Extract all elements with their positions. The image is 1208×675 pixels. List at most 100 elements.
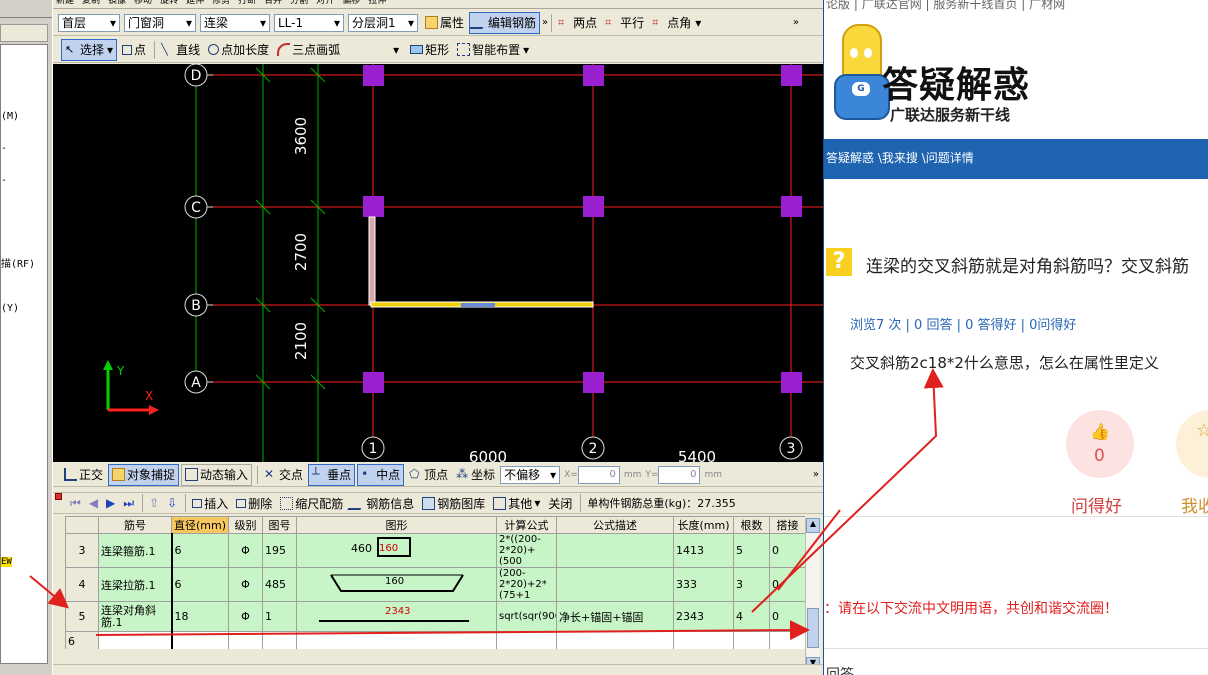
cad-canvas[interactable]: D C B A 1 2 3 3600 2700 2100 6000 5400 Y… bbox=[53, 64, 823, 462]
cell-count[interactable]: 3 bbox=[733, 567, 770, 602]
cell-figure[interactable] bbox=[262, 631, 297, 649]
header-cell[interactable]: 图形 bbox=[296, 516, 497, 534]
like-button[interactable]: 👍 0 bbox=[1066, 410, 1134, 478]
table-scrollbar[interactable]: ▲ ▼ bbox=[805, 518, 820, 672]
row-number[interactable]: 3 bbox=[65, 533, 99, 568]
toolbar-item-mirror[interactable]: 镜像 bbox=[105, 0, 129, 8]
nav-link[interactable]: 广材网 bbox=[1029, 0, 1065, 11]
header-cell[interactable]: 根数 bbox=[733, 516, 770, 534]
header-cell[interactable]: 公式描述 bbox=[556, 516, 674, 534]
sublayer-select[interactable]: 分层洞1 ▾ bbox=[348, 13, 418, 32]
cell-shape[interactable]: 460 160 bbox=[296, 533, 497, 568]
cell-count[interactable]: 4 bbox=[733, 601, 770, 632]
cell-diameter[interactable]: 18 bbox=[170, 601, 229, 632]
row-number[interactable]: 4 bbox=[65, 567, 99, 602]
cell-formula[interactable]: sqrt(sqr(900)+sqr( bbox=[496, 601, 557, 632]
cell-description[interactable] bbox=[556, 567, 674, 602]
row-number[interactable]: 6 bbox=[65, 631, 99, 649]
cell-name[interactable]: 连梁对角斜筋.1 bbox=[98, 601, 172, 632]
y-input[interactable]: 0 bbox=[658, 465, 701, 484]
table-row[interactable]: 3 连梁箍筋.1 6 Φ 195 460 160 2*((200-2*20)+(… bbox=[65, 533, 805, 568]
edit-rebar-button[interactable]: 编辑钢筋 bbox=[469, 11, 541, 34]
snap-vertex-toggle[interactable]: ⬠ 顶点 bbox=[406, 464, 451, 486]
component-select[interactable]: LL-1 ▾ bbox=[274, 13, 344, 32]
cell-formula[interactable]: 2*((200-2*20)+(500 bbox=[496, 533, 557, 568]
type-select[interactable]: 连梁 ▾ bbox=[200, 13, 270, 32]
rebar-library-button[interactable]: 钢筋图库 bbox=[419, 493, 488, 513]
toolbar-item-split[interactable]: 分割 bbox=[287, 0, 311, 8]
cell-diameter[interactable]: 6 bbox=[170, 533, 229, 568]
rebar-info-button[interactable]: 钢筋信息 bbox=[347, 493, 417, 513]
cell-count[interactable]: 5 bbox=[733, 533, 770, 568]
cell-grade[interactable]: Φ bbox=[228, 601, 263, 632]
scroll-thumb[interactable] bbox=[807, 608, 819, 648]
tree-item[interactable]: (Y) bbox=[1, 303, 19, 314]
cell-diameter[interactable] bbox=[170, 631, 229, 649]
cell-shape[interactable]: 2343 bbox=[296, 601, 497, 632]
cell-length[interactable]: 333 bbox=[673, 567, 734, 602]
overflow-chevron-icon[interactable]: » bbox=[793, 17, 799, 28]
cell-length[interactable] bbox=[673, 631, 734, 649]
category-select[interactable]: 门窗洞 ▾ bbox=[124, 13, 196, 32]
cell-shape[interactable] bbox=[296, 631, 497, 649]
other-menu-button[interactable]: 其他 ▾ bbox=[490, 493, 543, 513]
tree-item[interactable]: 描(RF) bbox=[1, 255, 35, 270]
header-cell[interactable]: 长度(mm) bbox=[673, 516, 734, 534]
offset-mode-select[interactable]: 不偏移 ▾ bbox=[500, 465, 561, 484]
snap-perpendicular-toggle[interactable]: ┴ 垂点 bbox=[308, 463, 356, 486]
nav-link[interactable]: 服务新干线首页 bbox=[933, 0, 1017, 11]
floor-select[interactable]: 首层 ▾ bbox=[58, 13, 120, 32]
toolbar-item-offset[interactable]: 偏移 bbox=[339, 0, 363, 8]
header-cell[interactable]: 筋号 bbox=[98, 516, 172, 534]
collect-button[interactable]: ☆ bbox=[1176, 410, 1208, 478]
last-record-button[interactable]: ⏭ bbox=[120, 493, 137, 513]
header-cell[interactable]: 计算公式 bbox=[496, 516, 557, 534]
tree-item[interactable]: - bbox=[1, 175, 7, 186]
move-down-button[interactable]: ⇩ bbox=[164, 493, 180, 513]
cell-description[interactable] bbox=[556, 533, 674, 568]
cell-length[interactable]: 1413 bbox=[673, 533, 734, 568]
cell-grade[interactable]: Φ bbox=[228, 567, 263, 602]
header-cell[interactable]: 搭接 bbox=[769, 516, 805, 534]
toolbar-item-break[interactable]: 打断 bbox=[235, 0, 259, 8]
toolbar-item-merge[interactable]: 合并 bbox=[261, 0, 285, 8]
cell-figure[interactable]: 485 bbox=[262, 567, 297, 602]
tree-item[interactable]: EW bbox=[1, 557, 12, 567]
next-record-button[interactable]: ▶ bbox=[103, 493, 118, 513]
cell-shape[interactable]: 160 bbox=[296, 567, 497, 602]
first-record-button[interactable]: ⏮ bbox=[67, 493, 84, 513]
nav-link[interactable]: 论版 bbox=[826, 0, 850, 11]
dynamic-input-toggle[interactable]: 动态输入 bbox=[181, 463, 253, 486]
header-cell[interactable]: 图号 bbox=[262, 516, 297, 534]
point-angle-button[interactable]: ⌗ 点角 ▾ bbox=[649, 12, 704, 34]
toolbar-item-rotate[interactable]: 旋转 bbox=[157, 0, 181, 8]
cell-lap[interactable]: 0 bbox=[769, 601, 805, 632]
line-button[interactable]: ╲ 直线 bbox=[158, 39, 203, 61]
table-row[interactable]: 6 bbox=[65, 631, 805, 649]
overflow-chevron-icon[interactable]: » bbox=[542, 17, 548, 28]
arc-mode-select[interactable]: ▾ bbox=[345, 40, 404, 59]
scroll-up-icon[interactable]: ▲ bbox=[806, 518, 820, 533]
toolbar-item-stretch[interactable]: 拉伸 bbox=[365, 0, 389, 8]
toolbar-item-extend[interactable]: 延伸 bbox=[183, 0, 207, 8]
cell-lap[interactable] bbox=[769, 631, 805, 649]
move-up-button[interactable]: ⇧ bbox=[146, 493, 162, 513]
nav-link[interactable]: 广联达官网 bbox=[862, 0, 922, 11]
toolbar-item-align[interactable]: 对齐 bbox=[313, 0, 337, 8]
snap-coordinate-toggle[interactable]: ⁂ 坐标 bbox=[453, 464, 498, 486]
rectangle-button[interactable]: 矩形 bbox=[407, 39, 452, 61]
cell-length[interactable]: 2343 bbox=[673, 601, 734, 632]
toolbar-item-move[interactable]: 移动 bbox=[131, 0, 155, 8]
cell-lap[interactable]: 0 bbox=[769, 567, 805, 602]
scale-rebar-button[interactable]: 缩尺配筋 bbox=[277, 493, 346, 513]
close-icon[interactable] bbox=[55, 493, 62, 500]
properties-button[interactable]: 属性 bbox=[422, 12, 467, 34]
parallel-button[interactable]: ⌗ 平行 bbox=[602, 12, 647, 34]
two-points-button[interactable]: ⌗ 两点 bbox=[555, 12, 600, 34]
snap-midpoint-toggle[interactable]: • 中点 bbox=[357, 463, 405, 486]
row-number[interactable]: 5 bbox=[65, 601, 99, 632]
snap-intersection-toggle[interactable]: ✕ 交点 bbox=[261, 464, 306, 486]
ortho-toggle[interactable]: 正交 bbox=[61, 464, 106, 486]
table-row[interactable]: 4 连梁拉筋.1 6 Φ 485 160 (200-2*20)+2*(75+1 … bbox=[65, 567, 805, 602]
object-snap-toggle[interactable]: 对象捕捉 bbox=[108, 463, 180, 486]
